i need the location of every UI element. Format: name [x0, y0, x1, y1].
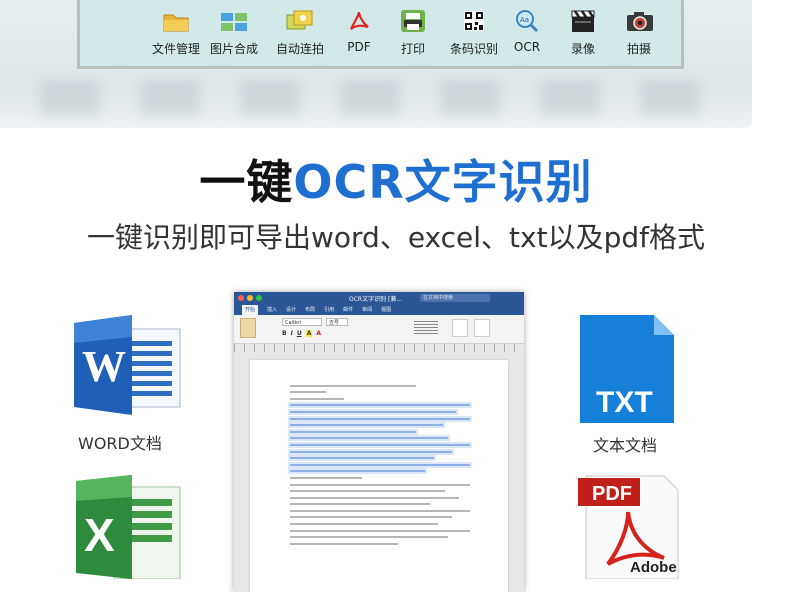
style-gallery-item[interactable]	[452, 319, 468, 337]
auto-burst-icon	[286, 8, 314, 34]
window-title: OCR文字识别 [兼...	[349, 296, 403, 303]
txt-caption: 文本文档	[593, 436, 658, 455]
font-select[interactable]: Calibri	[282, 318, 322, 326]
toolbar-item-image-combine[interactable]: 图片合成	[210, 8, 258, 57]
word-caption: WORD文档	[78, 434, 162, 453]
ribbon-tabs: 开始 插入 设计 布局 引用 邮件 审阅 视图	[234, 305, 524, 315]
pdf-icon-label: PDF	[592, 483, 632, 505]
page-headline: 一键OCR文字识别	[0, 146, 792, 212]
window-controls	[238, 295, 262, 301]
toolbar-item-pdf[interactable]: PDF	[345, 8, 373, 54]
document-search-input[interactable]: 在文档中搜索	[420, 294, 490, 302]
toolbar-label: PDF	[347, 40, 371, 54]
page-subheadline: 一键识别即可导出word、excel、txt以及pdf格式	[87, 221, 705, 254]
document-page[interactable]	[250, 360, 508, 592]
scanner-toolbar: 文件管理 图片合成 自动连拍 PDF 打印 条码识别 Aa OCR 录像 拍摄	[77, 0, 684, 69]
word-document-window: OCR文字识别 [兼... 在文档中搜索 开始 插入 设计 布局 引用 邮件 审…	[234, 292, 524, 592]
maximize-window-button[interactable]	[256, 295, 262, 301]
toolbar-label: 自动连拍	[276, 42, 325, 56]
tab-review[interactable]: 审阅	[362, 305, 372, 315]
word-document-icon: W	[70, 315, 185, 419]
banner-blur-strip	[40, 80, 740, 116]
tab-layout[interactable]: 布局	[305, 305, 315, 315]
style-gallery-item[interactable]	[474, 319, 490, 337]
folder-icon	[162, 8, 190, 34]
txt-icon-text: TXT	[596, 386, 653, 419]
toolbar-label: OCR	[513, 40, 541, 54]
paragraph-align-icon[interactable]	[414, 321, 438, 335]
font-color-button[interactable]: A	[316, 330, 321, 337]
printer-icon	[399, 8, 427, 34]
ribbon-toolbar: Calibri 五号 B I U A A	[234, 315, 524, 344]
toolbar-label: 拍摄	[626, 42, 651, 56]
window-titlebar: OCR文字识别 [兼... 在文档中搜索	[234, 292, 524, 305]
toolbar-label: 图片合成	[210, 42, 259, 56]
image-combine-icon	[220, 8, 248, 34]
italic-button[interactable]: I	[291, 330, 293, 337]
tab-references[interactable]: 引用	[324, 305, 334, 315]
camera-icon	[625, 8, 653, 34]
toolbar-item-camera[interactable]: 拍摄	[625, 8, 653, 57]
txt-document-icon: TXT	[580, 315, 676, 429]
font-size-select[interactable]: 五号	[326, 318, 348, 326]
barcode-icon	[460, 8, 488, 34]
toolbar-item-auto-burst[interactable]: 自动连拍	[276, 8, 324, 57]
toolbar-item-ocr[interactable]: Aa OCR	[513, 8, 541, 54]
document-text-lines	[290, 380, 470, 549]
highlight-button[interactable]: A	[305, 330, 313, 337]
tab-home[interactable]: 开始	[242, 305, 259, 315]
adobe-brand-text: Adobe	[630, 559, 677, 576]
close-window-button[interactable]	[238, 295, 244, 301]
pdf-document-icon: PDF Adobe	[572, 472, 682, 583]
toolbar-item-file-manager[interactable]: 文件管理	[152, 8, 200, 57]
headline-prefix: 一键	[199, 155, 294, 209]
bold-button[interactable]: B	[282, 330, 287, 337]
svg-text:Aa: Aa	[520, 16, 529, 24]
format-buttons: B I U A A	[282, 330, 321, 337]
tab-design[interactable]: 设计	[286, 305, 296, 315]
toolbar-item-video[interactable]: 录像	[569, 8, 597, 57]
excel-document-icon: X	[70, 475, 185, 583]
tab-insert[interactable]: 插入	[267, 305, 277, 315]
tab-view[interactable]: 视图	[381, 305, 391, 315]
toolbar-item-barcode[interactable]: 条码识别	[450, 8, 498, 57]
tab-mailings[interactable]: 邮件	[343, 305, 353, 315]
toolbar-label: 条码识别	[450, 42, 499, 56]
toolbar-label: 录像	[570, 42, 595, 56]
paste-button[interactable]	[240, 318, 256, 338]
document-canvas	[234, 352, 524, 592]
video-icon	[569, 8, 597, 34]
word-icon-letter: W	[82, 342, 126, 391]
headline-highlight: OCR文字识别	[293, 155, 593, 209]
pdf-icon	[345, 8, 373, 34]
toolbar-item-print[interactable]: 打印	[399, 8, 427, 57]
ocr-icon: Aa	[513, 8, 541, 34]
excel-icon-letter: X	[84, 509, 115, 561]
underline-button[interactable]: U	[297, 330, 302, 337]
toolbar-label: 文件管理	[152, 42, 201, 56]
minimize-window-button[interactable]	[247, 295, 253, 301]
toolbar-label: 打印	[400, 42, 425, 56]
